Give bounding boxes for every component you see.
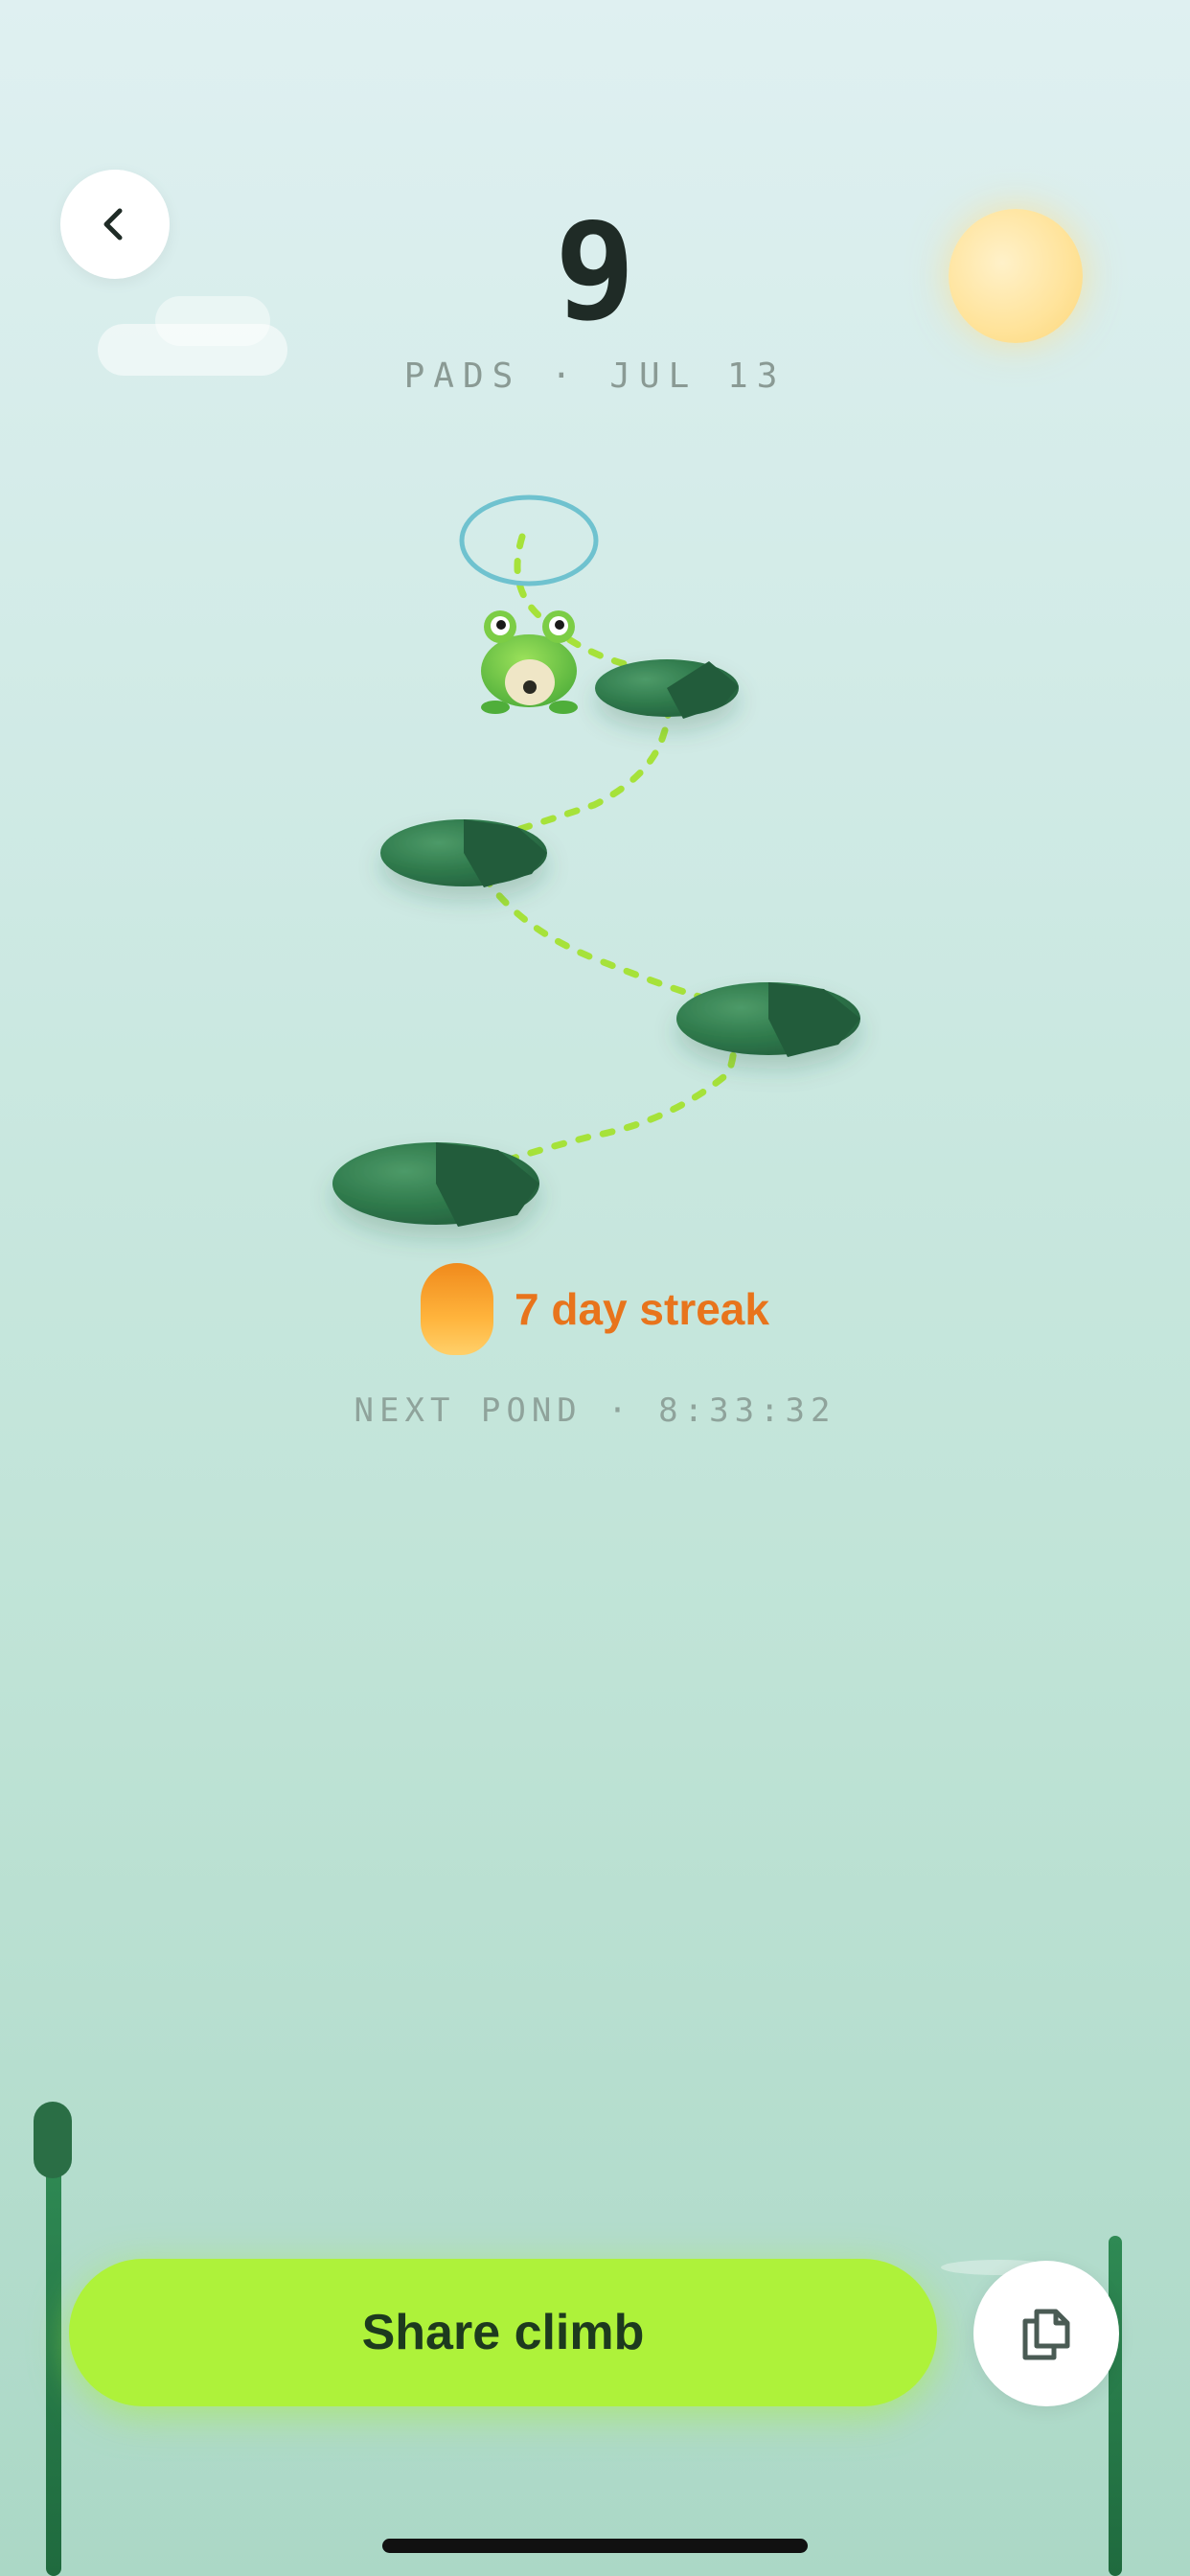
lily-pad [676, 982, 860, 1057]
lily-pad [332, 1142, 539, 1227]
target-ring [459, 494, 599, 586]
streak-label: 7 day streak [515, 1284, 769, 1334]
streak-row: 7 day streak [0, 1263, 1190, 1355]
frog-character [481, 610, 578, 714]
share-climb-button[interactable]: Share climb [69, 2259, 937, 2406]
pond-illustration [332, 494, 860, 1227]
lily-pad [380, 819, 547, 887]
reed [1109, 2236, 1122, 2576]
copy-button[interactable] [973, 2261, 1119, 2406]
home-indicator [382, 2539, 808, 2553]
pad-count: 9 [554, 195, 636, 351]
copy-icon [1018, 2302, 1075, 2365]
next-pond-countdown: NEXT POND · 8:33:32 [354, 1392, 836, 1430]
pond-scene [0, 460, 1190, 1265]
lily-pad [595, 659, 739, 719]
score-caption: PADS · JUL 13 [403, 356, 787, 396]
reed [46, 2147, 61, 2576]
reed-head [34, 2102, 72, 2178]
flame-icon [421, 1263, 494, 1355]
